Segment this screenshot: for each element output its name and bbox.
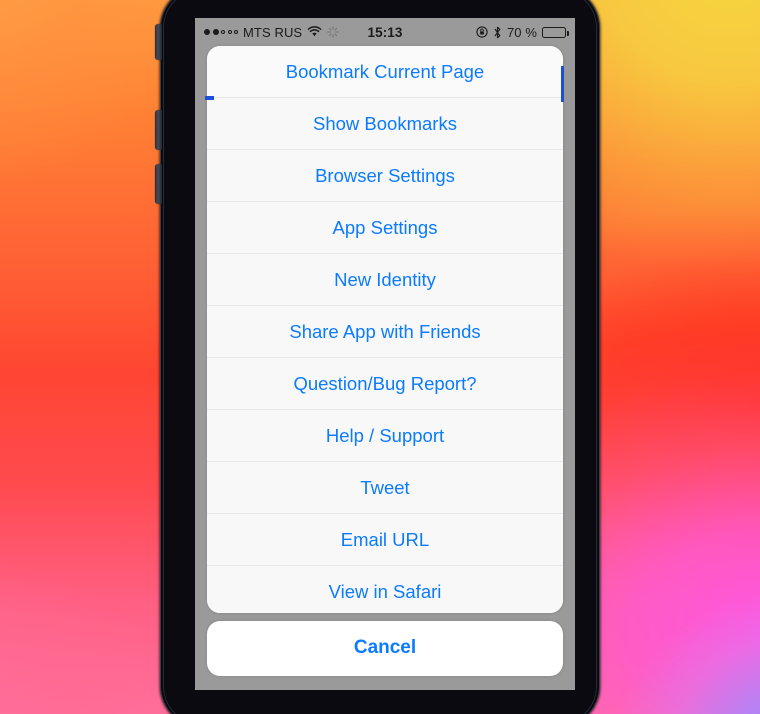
silent-switch-button[interactable]: [155, 24, 162, 60]
action-item-label: Bookmark Current Page: [285, 60, 485, 82]
activity-spinner-icon: [327, 26, 339, 38]
action-item-tweet[interactable]: Tweet: [207, 462, 563, 514]
action-item-label: Email URL: [340, 528, 430, 550]
status-bar: MTS RUS 15:13 70 %: [195, 18, 575, 46]
action-sheet-overlay[interactable]: Bookmark Current Page Show Bookmarks Bro…: [195, 46, 575, 690]
battery-icon: [542, 26, 569, 38]
action-item-help-support[interactable]: Help / Support: [207, 410, 563, 462]
volume-up-button[interactable]: [155, 110, 162, 150]
signal-strength-icon: [204, 29, 238, 35]
action-item-label: Help / Support: [325, 424, 445, 446]
action-item-label: Question/Bug Report?: [293, 372, 477, 394]
action-item-view-in-safari[interactable]: View in Safari: [207, 566, 563, 613]
status-bar-left: MTS RUS: [204, 25, 385, 40]
action-item-label: Share App with Friends: [289, 320, 481, 342]
cancel-button-label: Cancel: [353, 637, 417, 659]
wifi-icon: [307, 26, 322, 38]
volume-down-button[interactable]: [155, 164, 162, 204]
action-item-app-settings[interactable]: App Settings: [207, 202, 563, 254]
action-sheet-list: Bookmark Current Page Show Bookmarks Bro…: [207, 46, 563, 613]
action-item-label: Tweet: [360, 476, 410, 498]
action-item-show-bookmarks[interactable]: Show Bookmarks: [207, 98, 563, 150]
action-item-email-url[interactable]: Email URL: [207, 514, 563, 566]
action-item-label: Browser Settings: [315, 164, 455, 186]
cancel-button[interactable]: Cancel: [207, 620, 563, 676]
carrier-label: MTS RUS: [243, 24, 303, 40]
action-item-label: Show Bookmarks: [313, 112, 457, 134]
action-item-question-bug-report[interactable]: Question/Bug Report?: [207, 358, 563, 410]
action-item-share-app-with-friends[interactable]: Share App with Friends: [207, 306, 563, 358]
phone-device-frame: MTS RUS 15:13 70 % Bookmark Current Page…: [155, 0, 600, 714]
action-item-browser-settings[interactable]: Browser Settings: [207, 150, 563, 202]
action-item-new-identity[interactable]: New Identity: [207, 254, 563, 306]
battery-percent-label: 70 %: [506, 24, 537, 40]
status-bar-right: 70 %: [385, 24, 569, 40]
action-item-label: App Settings: [332, 216, 438, 238]
action-item-label: View in Safari: [328, 581, 442, 602]
bluetooth-icon: [493, 26, 502, 39]
page-edge-sliver-left: [205, 96, 214, 100]
page-edge-sliver-right: [561, 66, 564, 102]
action-item-label: New Identity: [334, 268, 436, 290]
phone-screen: MTS RUS 15:13 70 % Bookmark Current Page…: [195, 18, 575, 690]
action-item-bookmark-current-page[interactable]: Bookmark Current Page: [207, 46, 563, 98]
rotation-lock-icon: [476, 26, 488, 38]
wallpaper-backdrop: MTS RUS 15:13 70 % Bookmark Current Page…: [0, 0, 760, 714]
